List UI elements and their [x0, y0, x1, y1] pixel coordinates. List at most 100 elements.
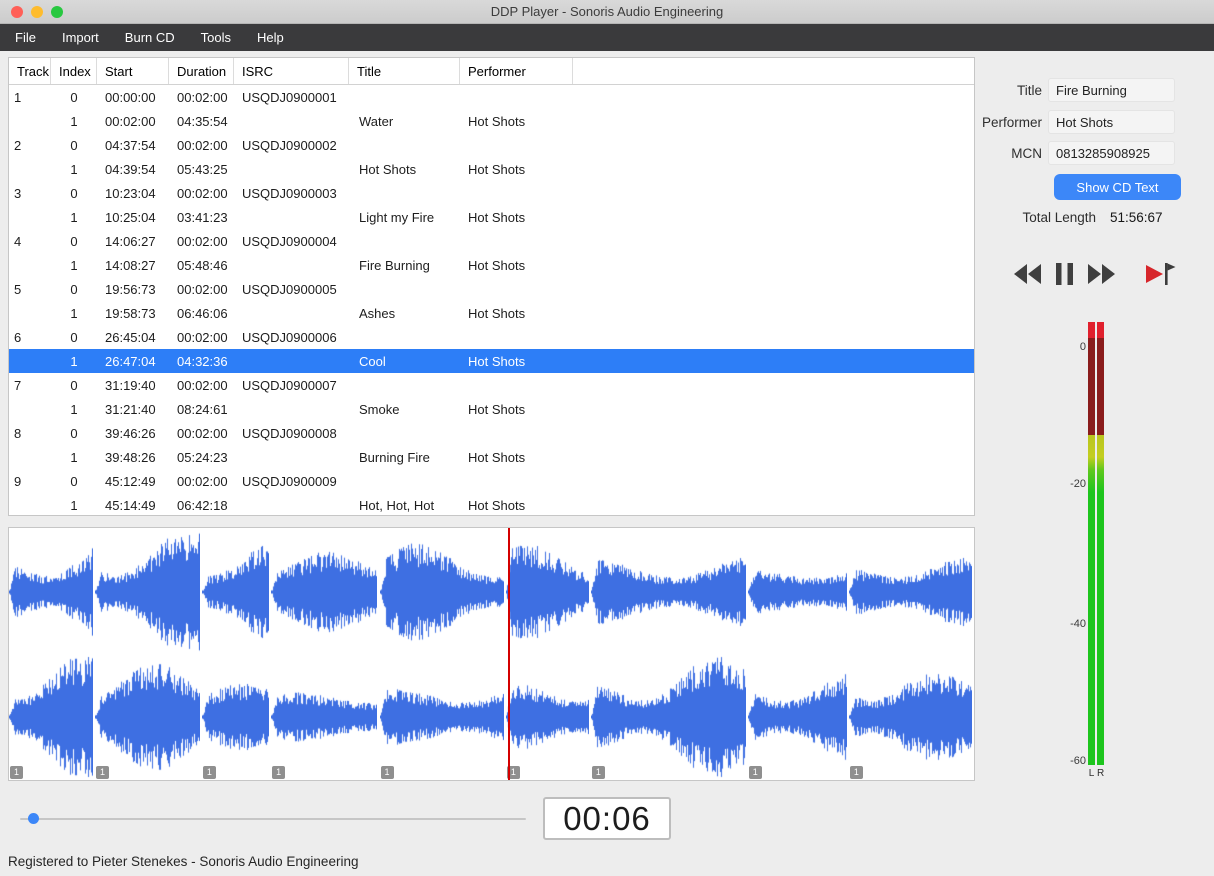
cell-performer	[460, 181, 573, 205]
cell-track: 5	[14, 281, 22, 297]
cell-isrc	[234, 397, 349, 421]
seek-slider[interactable]	[20, 818, 526, 820]
column-header-performer[interactable]: Performer	[460, 58, 573, 84]
waveform-panel[interactable]: 111111111	[8, 527, 975, 781]
mcn-label: MCN	[1011, 145, 1042, 161]
cell-title	[349, 181, 460, 205]
waveform-segment[interactable]	[271, 529, 378, 779]
zoom-button[interactable]	[51, 6, 63, 18]
table-row[interactable]: 4 0 14:06:27 00:02:00 USQDJ0900004	[9, 229, 974, 253]
table-row[interactable]: 6 0 26:45:04 00:02:00 USQDJ0900006	[9, 325, 974, 349]
cell-track: 2	[14, 137, 22, 153]
close-button[interactable]	[11, 6, 23, 18]
cell-duration: 00:02:00	[177, 329, 228, 345]
rewind-button[interactable]	[1014, 263, 1041, 287]
table-row[interactable]: 1 0 00:00:00 00:02:00 USQDJ0900001	[9, 85, 974, 109]
cell-performer	[460, 85, 573, 109]
column-header-isrc[interactable]: ISRC	[234, 58, 349, 84]
menu-import[interactable]: Import	[49, 24, 112, 51]
waveform-segment[interactable]	[747, 529, 847, 779]
table-row[interactable]: 1 00:02:00 04:35:54 Water Hot Shots	[9, 109, 974, 133]
menu-burn-cd[interactable]: Burn CD	[112, 24, 188, 51]
pause-button[interactable]	[1056, 262, 1073, 288]
cell-performer	[460, 469, 573, 493]
table-row[interactable]: 7 0 31:19:40 00:02:00 USQDJ0900007	[9, 373, 974, 397]
cell-start: 14:08:27	[105, 257, 156, 273]
fast-forward-button[interactable]	[1088, 263, 1115, 287]
cell-title: Cool	[359, 353, 386, 369]
table-row[interactable]: 1 26:47:04 04:32:36 Cool Hot Shots	[9, 349, 974, 373]
cell-track	[9, 349, 51, 373]
waveform-segment[interactable]	[9, 529, 93, 779]
show-cd-text-button[interactable]: Show CD Text	[1054, 174, 1181, 200]
table-row[interactable]: 1 31:21:40 08:24:61 Smoke Hot Shots	[9, 397, 974, 421]
minimize-button[interactable]	[31, 6, 43, 18]
waveform-segment[interactable]	[379, 529, 504, 779]
column-header-track[interactable]: Track	[9, 58, 51, 84]
menu-help[interactable]: Help	[244, 24, 297, 51]
table-row[interactable]: 8 0 39:46:26 00:02:00 USQDJ0900008	[9, 421, 974, 445]
table-row[interactable]: 1 45:14:49 06:42:18 Hot, Hot, Hot Hot Shots	[9, 493, 974, 515]
title-field[interactable]	[1048, 78, 1175, 102]
cell-isrc: USQDJ0900005	[242, 281, 337, 297]
cell-duration: 06:42:18	[177, 497, 228, 513]
meter-scale-20: -20	[1070, 478, 1086, 490]
table-row[interactable]: 1 10:25:04 03:41:23 Light my Fire Hot Shots	[9, 205, 974, 229]
seek-slider-thumb[interactable]	[27, 813, 39, 824]
track-marker: 1	[748, 766, 762, 779]
cell-track	[9, 301, 51, 325]
time-display: 00:06	[543, 797, 671, 840]
table-row[interactable]: 1 04:39:54 05:43:25 Hot Shots Hot Shots	[9, 157, 974, 181]
cell-title	[349, 85, 460, 109]
waveform-segment[interactable]	[848, 529, 972, 779]
table-row[interactable]: 1 19:58:73 06:46:06 Ashes Hot Shots	[9, 301, 974, 325]
cell-index: 0	[70, 473, 78, 489]
column-header-title[interactable]: Title	[349, 58, 460, 84]
waveform-segment[interactable]	[505, 529, 589, 779]
cell-isrc	[234, 253, 349, 277]
table-row[interactable]: 1 14:08:27 05:48:46 Fire Burning Hot Shots	[9, 253, 974, 277]
cell-duration: 00:02:00	[177, 233, 228, 249]
mcn-field[interactable]	[1048, 141, 1175, 165]
cell-title: Hot Shots	[359, 161, 417, 177]
cell-index: 1	[70, 161, 78, 177]
cell-performer: Hot Shots	[468, 401, 526, 417]
cell-start: 19:58:73	[105, 305, 156, 321]
pause-icon	[1056, 262, 1073, 288]
title-bar: DDP Player - Sonoris Audio Engineering	[0, 0, 1214, 24]
column-header-start[interactable]: Start	[97, 58, 169, 84]
table-row[interactable]: 5 0 19:56:73 00:02:00 USQDJ0900005	[9, 277, 974, 301]
table-row[interactable]: 1 39:48:26 05:24:23 Burning Fire Hot Shots	[9, 445, 974, 469]
cell-track: 8	[14, 425, 22, 441]
waveform-segment[interactable]	[94, 529, 200, 779]
cell-title	[349, 373, 460, 397]
cell-start: 10:25:04	[105, 209, 156, 225]
table-row[interactable]: 3 0 10:23:04 00:02:00 USQDJ0900003	[9, 181, 974, 205]
rewind-icon	[1014, 263, 1041, 287]
total-length-value: 51:56:67	[1110, 210, 1163, 225]
table-row[interactable]: 9 0 45:12:49 00:02:00 USQDJ0900009	[9, 469, 974, 493]
total-length-row: Total Length 51:56:67	[1000, 210, 1190, 225]
column-header-index[interactable]: Index	[51, 58, 97, 84]
cell-title	[349, 325, 460, 349]
performer-field[interactable]	[1048, 110, 1175, 134]
next-marker-button[interactable]	[1144, 261, 1176, 290]
column-header-duration[interactable]: Duration	[169, 58, 234, 84]
cell-duration: 00:02:00	[177, 425, 228, 441]
cell-index: 1	[70, 449, 78, 465]
cell-index: 1	[70, 401, 78, 417]
cell-track	[9, 445, 51, 469]
cell-performer: Hot Shots	[468, 209, 526, 225]
waveform-display[interactable]: 111111111	[9, 528, 974, 780]
cell-title	[349, 133, 460, 157]
cell-index: 1	[70, 353, 78, 369]
waveform-segment[interactable]	[201, 529, 269, 779]
table-row[interactable]: 2 0 04:37:54 00:02:00 USQDJ0900002	[9, 133, 974, 157]
menu-tools[interactable]: Tools	[188, 24, 244, 51]
cell-performer: Hot Shots	[468, 113, 526, 129]
menu-file[interactable]: File	[2, 24, 49, 51]
cell-performer: Hot Shots	[468, 257, 526, 273]
cell-track	[9, 253, 51, 277]
cell-performer	[460, 277, 573, 301]
waveform-segment[interactable]	[590, 529, 746, 779]
